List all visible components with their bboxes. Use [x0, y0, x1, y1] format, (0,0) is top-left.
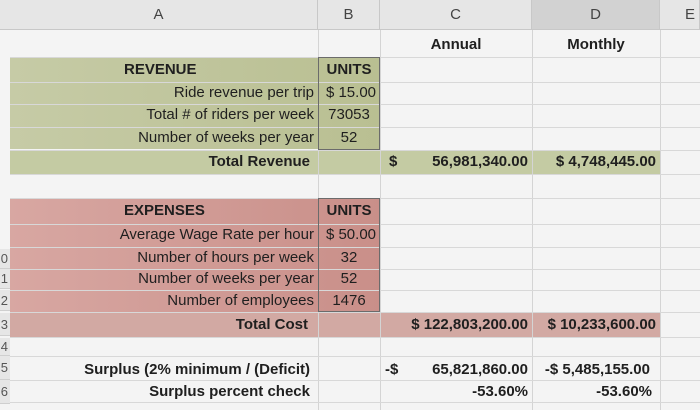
column-c-label: C [450, 6, 461, 23]
row-number-12[interactable]: 2 [0, 290, 10, 311]
total-revenue-label: Total Revenue [208, 153, 310, 170]
revenue-item-label: Number of weeks per year [138, 129, 314, 146]
column-header-a[interactable]: A [0, 0, 318, 30]
surplus-check-annual[interactable]: -53.60% [400, 381, 528, 403]
column-d-label: D [590, 6, 601, 23]
expense-item-label: Number of weeks per year [138, 270, 314, 287]
revenue-item-label: Total # of riders per week [146, 106, 314, 123]
surplus-monthly[interactable]: -$ 5,485,155.00 [532, 359, 650, 381]
column-header-e[interactable]: E [660, 0, 700, 30]
column-a-label: A [153, 6, 164, 23]
units-cell-border [318, 57, 380, 150]
units-cell-border [318, 198, 380, 312]
surplus-annual[interactable]: 65,821,860.00 [400, 359, 528, 381]
surplus-check-monthly[interactable]: -53.60% [532, 381, 652, 403]
column-header-c[interactable]: C [380, 0, 532, 30]
expense-item-label: Number of hours per week [137, 249, 314, 266]
expense-item-label: Number of employees [167, 292, 314, 309]
row-number-11[interactable]: 1 [0, 269, 10, 289]
surplus-label: Surplus (2% minimum / (Deficit) [84, 361, 310, 378]
total-cost-monthly[interactable]: $ 10,233,600.00 [532, 314, 656, 336]
monthly-heading: Monthly [567, 36, 625, 53]
total-cost-label: Total Cost [235, 316, 308, 333]
column-e-label: E [684, 6, 695, 23]
expenses-title: EXPENSES [124, 202, 205, 219]
surplus-check-label: Surplus percent check [149, 383, 310, 400]
expense-item-label: Average Wage Rate per hour [119, 226, 314, 243]
total-cost-annual[interactable]: $ 122,803,200.00 [384, 314, 528, 336]
row-number-15[interactable]: 5 [0, 356, 10, 380]
column-b-label: B [343, 6, 354, 23]
row-number-16[interactable]: 6 [0, 380, 10, 404]
surplus-sign: -$ [385, 361, 399, 378]
column-header-d[interactable]: D [532, 0, 660, 30]
row-number-14[interactable]: 4 [0, 338, 10, 356]
spreadsheet: A B C D E 0 1 2 3 4 5 6 Annual Monthly R… [0, 0, 700, 410]
total-revenue-monthly[interactable]: $ 4,748,445.00 [532, 151, 656, 173]
row-number-13[interactable]: 3 [0, 313, 10, 336]
row-number-10[interactable]: 0 [0, 249, 10, 269]
total-revenue-annual[interactable]: 56,981,340.00 [400, 151, 528, 173]
revenue-item-label: Ride revenue per trip [173, 84, 314, 101]
annual-heading: Annual [430, 36, 482, 53]
revenue-title: REVENUE [124, 61, 197, 78]
column-header-b[interactable]: B [318, 0, 380, 30]
total-revenue-dollar: $ [389, 153, 398, 170]
